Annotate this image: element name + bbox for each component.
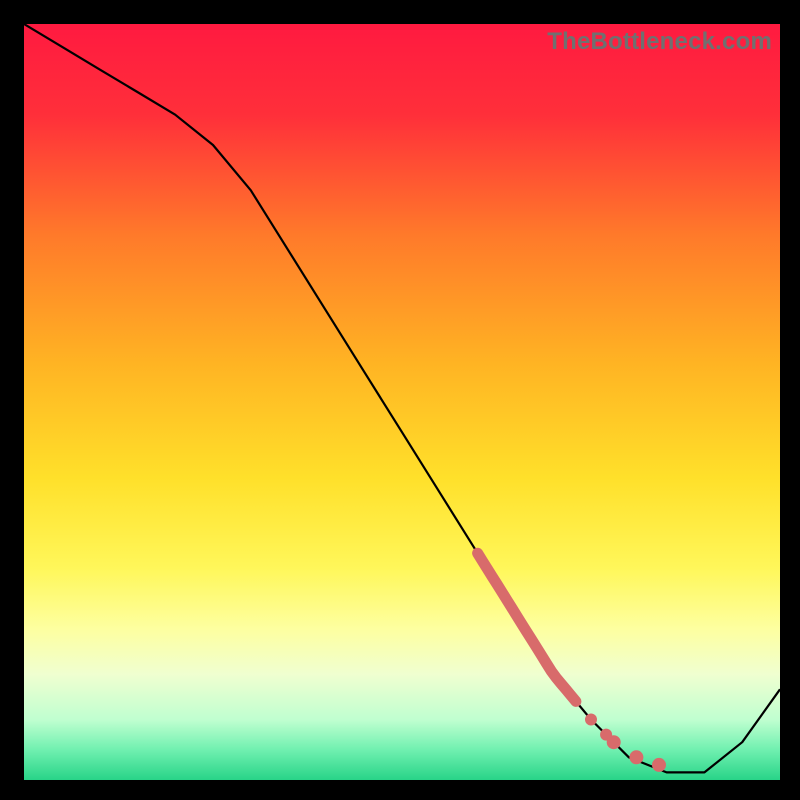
highlight-segment (478, 553, 576, 701)
highlight-dot (629, 750, 643, 764)
curve-path (24, 24, 780, 772)
plot-area: TheBottleneck.com (24, 24, 780, 780)
watermark-text: TheBottleneck.com (547, 28, 772, 56)
chart-frame: TheBottleneck.com (0, 0, 800, 800)
bottleneck-curve (24, 24, 780, 780)
highlight-dot (607, 735, 621, 749)
highlight-dot (652, 758, 666, 772)
highlight-dot (585, 714, 597, 726)
